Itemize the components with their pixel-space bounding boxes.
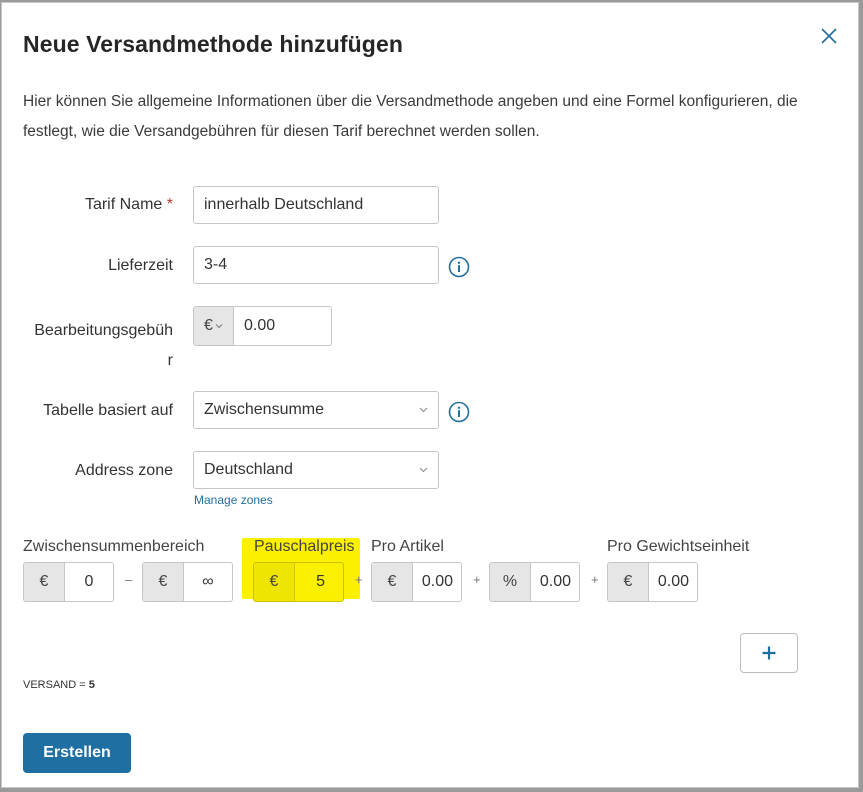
manage-zones-link[interactable]: Manage zones <box>194 493 273 507</box>
range-from-group: € 0 <box>23 562 114 602</box>
lieferzeit-label: Lieferzeit <box>108 257 173 274</box>
erstellen-button[interactable]: Erstellen <box>23 733 131 773</box>
pro-artikel-input[interactable]: 0.00 <box>413 563 461 601</box>
plus-icon <box>762 646 776 660</box>
percent-addon: % <box>490 563 531 601</box>
pro-gewichtseinheit-input[interactable]: 0.00 <box>649 563 697 601</box>
tabelle-select[interactable]: Zwischensumme <box>193 391 439 429</box>
dialog-description: Hier können Sie allgemeine Informationen… <box>23 93 798 140</box>
pauschalpreis-group: € 5 <box>253 562 344 602</box>
required-mark: * <box>166 196 173 213</box>
currency-addon: € <box>608 563 649 601</box>
pauschalpreis-input[interactable]: 5 <box>295 563 343 601</box>
tarif-name-input[interactable]: innerhalb Deutschland <box>193 186 439 224</box>
bearbeitungsgebuehr-input[interactable]: 0.00 <box>234 307 331 345</box>
percent-group: % 0.00 <box>489 562 580 602</box>
currency-addon: € <box>24 563 65 601</box>
formula-text: VERSAND = 5 <box>23 679 95 691</box>
currency-select[interactable]: € <box>194 307 234 345</box>
currency-addon: € <box>254 563 295 601</box>
range-to-input[interactable]: ∞ <box>184 563 232 601</box>
percent-input[interactable]: 0.00 <box>531 563 579 601</box>
currency-addon: € <box>372 563 413 601</box>
chevron-down-icon <box>419 407 428 413</box>
chevron-down-icon <box>215 324 223 329</box>
pro-artikel-group: € 0.00 <box>371 562 462 602</box>
dialog: Neue Versandmethode hinzufügen Hier könn… <box>1 2 859 788</box>
add-rate-button[interactable] <box>740 633 798 673</box>
range-from-input[interactable]: 0 <box>65 563 113 601</box>
chevron-down-icon <box>419 467 428 473</box>
plus-operator: + <box>473 572 481 587</box>
plus-operator: + <box>355 572 363 587</box>
pro-gewichtseinheit-header: Pro Gewichtseinheit <box>607 538 750 555</box>
address-zone-select[interactable]: Deutschland <box>193 451 439 489</box>
currency-addon: € <box>143 563 184 601</box>
dialog-title: Neue Versandmethode hinzufügen <box>23 31 403 57</box>
tabelle-label: Tabelle basiert auf <box>43 402 173 419</box>
pauschalpreis-header: Pauschalpreis <box>254 538 355 555</box>
close-icon[interactable] <box>818 25 840 47</box>
pro-gewichtseinheit-group: € 0.00 <box>607 562 698 602</box>
address-zone-label: Address zone <box>75 462 173 479</box>
pro-artikel-header: Pro Artikel <box>371 538 444 555</box>
plus-operator: + <box>591 572 599 587</box>
tarif-name-label: Tarif Name * <box>84 196 173 213</box>
bearbeitungsgebuehr-group: € 0.00 <box>193 306 332 346</box>
zwischensummenbereich-header: Zwischensummenbereich <box>23 538 205 555</box>
info-icon[interactable] <box>448 401 470 423</box>
bearbeitungsgebuehr-label: Bearbeitungsgebüh r <box>34 322 173 369</box>
lieferzeit-input[interactable]: 3-4 <box>193 246 439 284</box>
range-separator: – <box>125 572 133 587</box>
range-to-group: € ∞ <box>142 562 233 602</box>
info-icon[interactable] <box>448 256 470 278</box>
